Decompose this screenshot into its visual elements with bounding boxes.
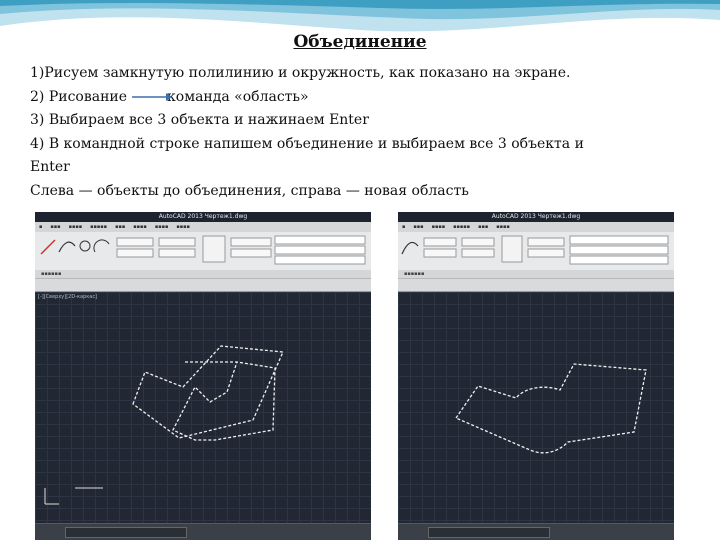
command-input[interactable] (428, 527, 550, 538)
drawing-canvas[interactable]: [-][Сверху][2D-каркас] (35, 292, 371, 524)
ucs-icon (44, 487, 103, 505)
autocad-screenshot-before: AutoCAD 2013 Чертеж1.dwg ▪ ▪▪▪ ▪▪▪▪ ▪▪▪▪▪ ▪▪… (35, 212, 371, 540)
ribbon-panel-labels: ▪▪▪▪▪▪ (398, 270, 674, 278)
ribbon-tools-icons[interactable] (398, 232, 674, 270)
ribbon-panel-labels: ▪▪▪▪▪▪ (35, 270, 371, 278)
autocad-screenshot-after: AutoCAD 2013 Чертеж1.dwg ▪ ▪▪▪ ▪▪▪▪ ▪▪▪▪▪ ▪▪… (398, 212, 674, 540)
property-toolbar[interactable] (35, 279, 371, 292)
arrow-right-icon (132, 93, 172, 101)
ribbon-tools-icons[interactable] (35, 232, 371, 270)
instruction-line-5: Enter (30, 159, 70, 175)
ribbon-panel: ▪ ▪▪▪ ▪▪▪▪ ▪▪▪▪▪ ▪▪▪ ▪▪▪▪ ▪▪▪▪▪▪ (398, 222, 674, 279)
drawing-canvas[interactable] (398, 292, 674, 524)
instruction-line-2-left: 2) Рисование (30, 88, 128, 105)
property-toolbar[interactable] (398, 279, 674, 292)
slide-title: Объединение (293, 32, 427, 52)
instruction-line-2-right: команда «область» (167, 88, 309, 105)
ribbon-tabs[interactable]: ▪ ▪▪▪ ▪▪▪▪ ▪▪▪▪▪ ▪▪▪ ▪▪▪▪ ▪▪▪▪ ▪▪▪▪ (35, 222, 371, 232)
ribbon-panel: ▪ ▪▪▪ ▪▪▪▪ ▪▪▪▪▪ ▪▪▪ ▪▪▪▪ ▪▪▪▪ ▪▪▪▪ ▪▪▪▪▪▪ (35, 222, 371, 279)
instruction-line-1: 1)Рисуем замкнутую полилинию и окружност… (30, 65, 571, 81)
instruction-line-4: 4) В командной строке напишем объединени… (30, 135, 584, 152)
ribbon-tabs[interactable]: ▪ ▪▪▪ ▪▪▪▪ ▪▪▪▪▪ ▪▪▪ ▪▪▪▪ (398, 222, 674, 232)
window-title-bar: AutoCAD 2013 Чертеж1.dwg (35, 212, 371, 222)
command-line[interactable] (398, 523, 674, 540)
command-line[interactable] (35, 523, 371, 540)
command-input[interactable] (65, 527, 187, 538)
instruction-list: 1)Рисуем замкнутую полилинию и окружност… (30, 62, 700, 203)
drawing-united-region (455, 363, 647, 454)
instruction-line-6: Слева — объекты до объединения, справа —… (30, 182, 469, 199)
window-title-bar: AutoCAD 2013 Чертеж1.dwg (398, 212, 674, 222)
instruction-line-3: 3) Выбираем все 3 объекта и нажинаем Ent… (30, 112, 369, 128)
